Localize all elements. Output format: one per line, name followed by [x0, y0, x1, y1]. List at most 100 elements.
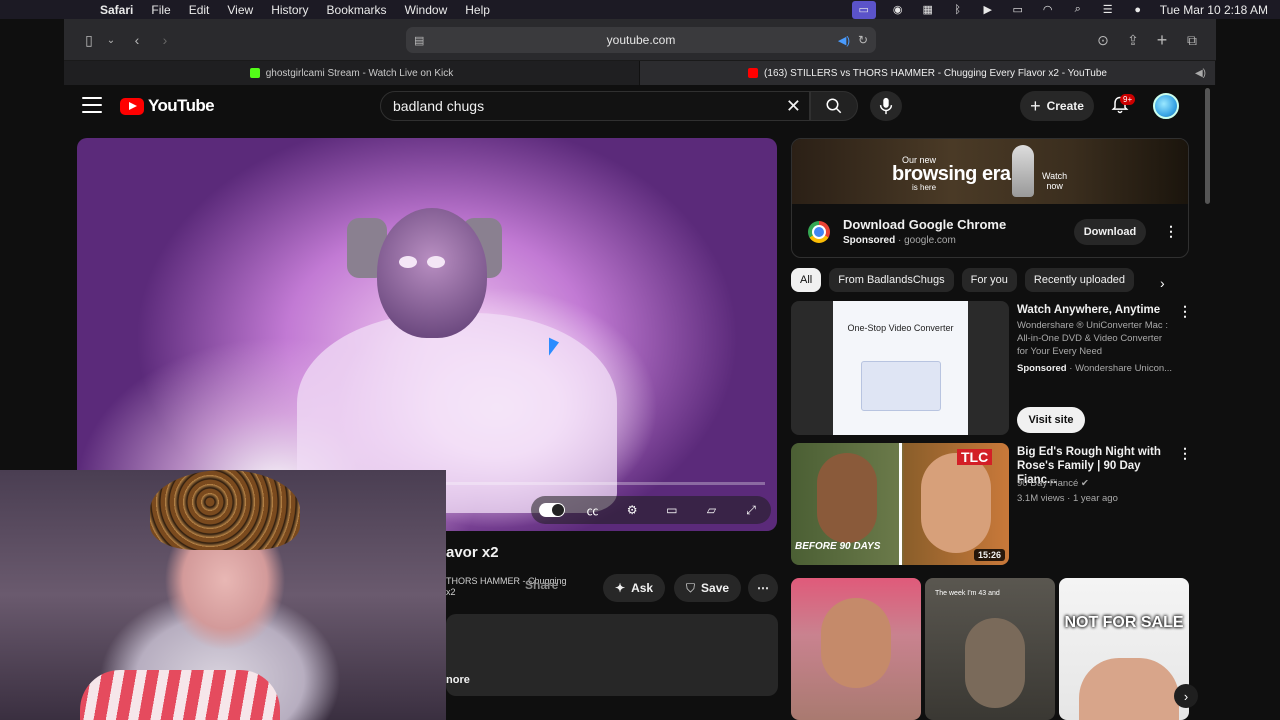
- downloads-icon[interactable]: ⊙: [1092, 29, 1114, 51]
- ad-more-vertical-icon[interactable]: ⋮: [1164, 223, 1178, 240]
- vpn-icon[interactable]: ◉: [890, 4, 906, 16]
- rec-sponsor-line: Sponsored · Wondershare Unicon...: [1017, 363, 1173, 374]
- tab-youtube[interactable]: (163) STILLERS vs THORS HAMMER - Chuggin…: [640, 61, 1216, 85]
- thumb-person-left: [817, 453, 877, 543]
- account-avatar[interactable]: [1153, 93, 1179, 119]
- page-scrollbar[interactable]: [1205, 88, 1210, 204]
- short-caption: The week I'm 43 and: [935, 590, 1000, 597]
- chip-for-you[interactable]: For you: [961, 268, 1017, 292]
- keyboard-icon[interactable]: ▦: [920, 4, 936, 16]
- captions-icon[interactable]: ㏄: [580, 502, 604, 519]
- chip-from-channel[interactable]: From BadlandsChugs: [829, 268, 954, 292]
- more-actions-button[interactable]: ⋯: [748, 574, 778, 602]
- battery-icon[interactable]: ▭: [1010, 4, 1026, 16]
- recommendation-thumbnail[interactable]: One-Stop Video Converter: [791, 301, 1009, 435]
- tab-kick[interactable]: ghostgirlcami Stream - Watch Live on Kic…: [64, 61, 640, 85]
- menu-window[interactable]: Window: [405, 3, 448, 17]
- video-frame-eye-right: [427, 256, 445, 268]
- share-button[interactable]: Share: [525, 578, 558, 592]
- tab-overview-icon[interactable]: ⧉: [1181, 29, 1203, 51]
- fullscreen-icon[interactable]: ⤢: [739, 503, 763, 518]
- laptop-icon: [861, 361, 941, 411]
- create-button[interactable]: + Create: [1020, 91, 1094, 121]
- short-item[interactable]: NOT FOR SALE: [1059, 578, 1189, 720]
- theater-mode-icon[interactable]: ▭: [660, 503, 684, 517]
- back-icon[interactable]: ‹: [126, 29, 148, 51]
- menu-help[interactable]: Help: [465, 3, 490, 17]
- verified-icon: ✔: [1080, 478, 1089, 489]
- menu-clock[interactable]: Tue Mar 10 2:18 AM: [1160, 3, 1268, 17]
- menu-edit[interactable]: Edit: [189, 3, 210, 17]
- tab-audio-icon[interactable]: ◀): [1195, 68, 1206, 79]
- visit-site-button[interactable]: Visit site: [1017, 407, 1085, 433]
- short-item[interactable]: The week I'm 43 and: [925, 578, 1055, 720]
- rec-channel[interactable]: 90 Day Fiancé ✔: [1017, 477, 1177, 490]
- short-item[interactable]: [791, 578, 921, 720]
- shorts-row: The week I'm 43 and NOT FOR SALE: [791, 578, 1189, 720]
- ad-thumb-text: One-Stop Video Converter: [847, 323, 954, 333]
- airplay-icon[interactable]: ▱: [699, 503, 723, 517]
- chevron-down-icon[interactable]: ⌄: [100, 29, 122, 51]
- description-more-link[interactable]: nore: [446, 674, 470, 686]
- new-tab-icon[interactable]: +: [1151, 29, 1173, 51]
- search-icon: [826, 98, 842, 114]
- description-box[interactable]: [446, 614, 778, 696]
- recommendation-video[interactable]: TLC BEFORE 90 DAYS 15:26 Big Ed's Rough …: [791, 443, 1192, 565]
- search-input[interactable]: badland chugs ✕: [380, 91, 810, 121]
- more-horizontal-icon: ⋯: [757, 581, 769, 595]
- rec-more-vertical-icon[interactable]: ⋮: [1178, 445, 1192, 462]
- now-playing-icon[interactable]: ▶: [980, 4, 996, 16]
- sparkle-icon: ✦: [615, 581, 626, 595]
- screen-share-icon[interactable]: ▭: [851, 0, 876, 19]
- control-center-icon[interactable]: ☰: [1100, 4, 1116, 16]
- download-button[interactable]: Download: [1074, 219, 1146, 245]
- recommendation-thumbnail[interactable]: TLC BEFORE 90 DAYS 15:26: [791, 443, 1009, 565]
- save-button[interactable]: ⛉ Save: [674, 574, 742, 602]
- menu-view[interactable]: View: [227, 3, 253, 17]
- settings-gear-icon[interactable]: ⚙: [620, 503, 644, 517]
- chip-all[interactable]: All: [791, 268, 822, 292]
- shorts-next-chevron-icon[interactable]: ›: [1174, 684, 1198, 708]
- rec-more-vertical-icon[interactable]: ⋮: [1178, 303, 1192, 320]
- menu-file[interactable]: File: [151, 3, 170, 17]
- address-bar[interactable]: ▤ youtube.com ◀) ↻: [406, 27, 876, 53]
- menu-history[interactable]: History: [271, 3, 308, 17]
- sidebar-toggle-icon[interactable]: ▯: [78, 29, 100, 51]
- youtube-logo[interactable]: YouTube: [120, 96, 215, 116]
- youtube-play-logo-icon: [120, 97, 144, 115]
- menu-icon[interactable]: [82, 97, 102, 113]
- rec-title[interactable]: Watch Anywhere, Anytime: [1017, 303, 1167, 317]
- siri-icon[interactable]: ●: [1130, 4, 1146, 16]
- ask-button[interactable]: ✦ Ask: [603, 574, 666, 602]
- safari-toolbar: ▯ ⌄ ‹ › ▤ youtube.com ◀) ↻ ⊙ ⇪ + ⧉: [64, 19, 1216, 61]
- ad-title[interactable]: Download Google Chrome: [843, 217, 1006, 232]
- bluetooth-icon[interactable]: ᛒ: [950, 4, 966, 16]
- menu-app-name[interactable]: Safari: [100, 3, 133, 17]
- voice-search-button[interactable]: [870, 91, 902, 121]
- address-text: youtube.com: [606, 33, 676, 47]
- search-query: badland chugs: [393, 98, 485, 114]
- autoplay-toggle[interactable]: [538, 503, 565, 517]
- audio-playing-icon[interactable]: ◀): [838, 34, 850, 47]
- ad-banner[interactable]: Our new browsing era is here Watch now: [792, 139, 1188, 204]
- ad-thumb-panel: One-Stop Video Converter: [833, 301, 968, 435]
- chrome-ad-card[interactable]: Our new browsing era is here Watch now Do…: [791, 138, 1189, 258]
- reload-icon[interactable]: ↻: [858, 33, 868, 47]
- search-button[interactable]: [810, 91, 858, 121]
- youtube-wordmark: YouTube: [148, 96, 215, 115]
- chevron-right-icon[interactable]: ›: [1160, 275, 1165, 291]
- thumb-person-right: [921, 453, 991, 553]
- chip-recently-uploaded[interactable]: Recently uploaded: [1024, 268, 1135, 292]
- tab-title: ghostgirlcami Stream - Watch Live on Kic…: [265, 67, 454, 79]
- rocket-icon: [1012, 145, 1034, 197]
- tlc-logo: TLC: [957, 449, 993, 465]
- menu-bookmarks[interactable]: Bookmarks: [327, 3, 387, 17]
- clear-search-icon[interactable]: ✕: [786, 96, 801, 117]
- share-icon[interactable]: ⇪: [1122, 29, 1144, 51]
- reader-icon[interactable]: ▤: [414, 34, 424, 47]
- wifi-icon[interactable]: ◠: [1040, 4, 1056, 16]
- recommendation-sponsored[interactable]: One-Stop Video Converter Watch Anywhere,…: [791, 301, 1192, 435]
- filter-chips: All From BadlandsChugs For you Recently …: [791, 268, 1189, 294]
- forward-icon[interactable]: ›: [154, 29, 176, 51]
- spotlight-icon[interactable]: ⌕: [1070, 3, 1086, 16]
